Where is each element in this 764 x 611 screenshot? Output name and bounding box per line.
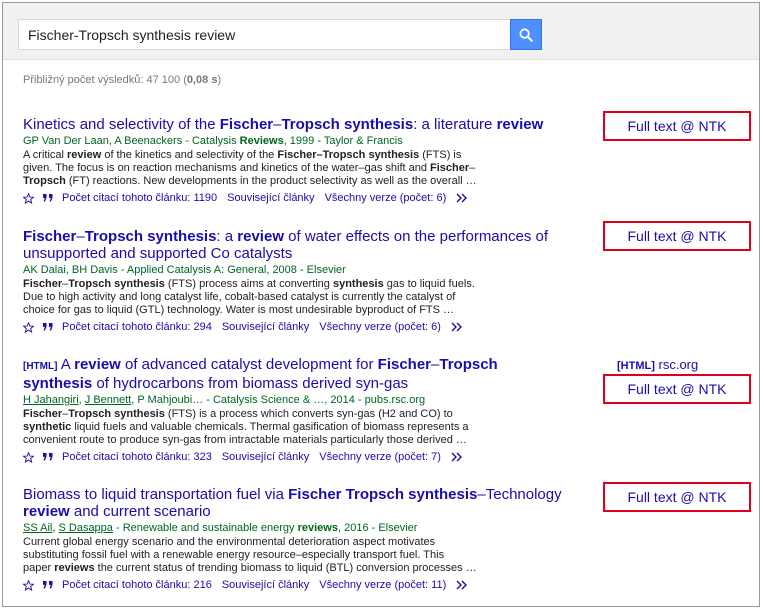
result-item: Kinetics and selectivity of the Fischer–… xyxy=(23,116,583,205)
related-articles-link[interactable]: Související články xyxy=(222,578,309,592)
result-snippet: A critical review of the kinetics and se… xyxy=(23,149,477,187)
cited-by-link[interactable]: Počet citací tohoto článku: 323 xyxy=(62,450,212,464)
cited-by-link[interactable]: Počet citací tohoto článku: 1190 xyxy=(62,191,217,205)
search-input[interactable] xyxy=(19,20,510,49)
more-icon[interactable] xyxy=(456,580,468,590)
scholar-results-panel: Přibližný počet výsledků: 47 100 (0,08 s… xyxy=(2,2,760,607)
more-icon[interactable] xyxy=(451,452,463,462)
result-title-link[interactable]: Biomass to liquid transportation fuel vi… xyxy=(23,486,583,520)
result-actions: Počet citací tohoto článku: 294 Souvisej… xyxy=(23,320,583,334)
more-icon[interactable] xyxy=(451,322,463,332)
cite-icon[interactable] xyxy=(42,193,54,203)
result-item: Fischer–Tropsch synthesis: a review of w… xyxy=(23,228,583,334)
author-link[interactable]: H Jahangiri xyxy=(23,394,79,406)
all-versions-link[interactable]: Všechny verze (počet: 7) xyxy=(319,450,441,464)
result-authors: GP Van Der Laan, A Beenackers - Catalysi… xyxy=(23,135,403,147)
result-snippet: Current global energy scenario and the e… xyxy=(23,536,477,574)
result-authors: SS Ail, S Dasappa - Renewable and sustai… xyxy=(23,522,418,534)
result-authors: H Jahangiri, J Bennett, P Mahjoubi… - Ca… xyxy=(23,394,426,406)
all-versions-link[interactable]: Všechny verze (počet: 6) xyxy=(325,191,447,205)
ntk-fulltext-link[interactable]: Full text @ NTK xyxy=(603,374,751,404)
cited-by-link[interactable]: Počet citací tohoto článku: 294 xyxy=(62,320,212,334)
related-articles-link[interactable]: Související články xyxy=(222,450,309,464)
more-icon[interactable] xyxy=(456,193,468,203)
author-link[interactable]: SS Ail xyxy=(23,522,52,534)
html-format-tag: [HTML] xyxy=(23,361,58,372)
cite-icon[interactable] xyxy=(42,452,54,462)
star-icon[interactable] xyxy=(23,192,34,204)
html-source-link[interactable]: [HTML] rsc.org xyxy=(617,357,698,372)
result-title-link[interactable]: Kinetics and selectivity of the Fischer–… xyxy=(23,116,583,133)
result-item: Biomass to liquid transportation fuel vi… xyxy=(23,486,583,592)
result-actions: Počet citací tohoto článku: 323 Souvisej… xyxy=(23,450,583,464)
star-icon[interactable] xyxy=(23,321,34,333)
ntk-fulltext-link[interactable]: Full text @ NTK xyxy=(603,221,751,251)
cite-icon[interactable] xyxy=(42,322,54,332)
search-header xyxy=(3,3,759,60)
author-link[interactable]: S Dasappa xyxy=(58,522,112,534)
search-icon xyxy=(519,28,533,42)
star-icon[interactable] xyxy=(23,579,34,591)
cited-by-link[interactable]: Počet citací tohoto článku: 216 xyxy=(62,578,212,592)
search-button[interactable] xyxy=(510,19,542,50)
result-snippet: Fischer–Tropsch synthesis (FTS) is a pro… xyxy=(23,408,469,446)
result-title-link[interactable]: Fischer–Tropsch synthesis: a review of w… xyxy=(23,228,583,262)
all-versions-link[interactable]: Všechny verze (počet: 11) xyxy=(319,578,446,592)
result-actions: Počet citací tohoto článku: 1190 Souvise… xyxy=(23,191,583,205)
result-actions: Počet citací tohoto článku: 216 Souvisej… xyxy=(23,578,583,592)
author-link[interactable]: J Bennett xyxy=(85,394,131,406)
search-box[interactable] xyxy=(18,19,511,50)
result-item: [HTML] A review of advanced catalyst dev… xyxy=(23,356,583,464)
result-authors: AK Dalai, BH Davis - Applied Catalysis A… xyxy=(23,264,346,276)
ntk-fulltext-link[interactable]: Full text @ NTK xyxy=(603,111,751,141)
cite-icon[interactable] xyxy=(42,580,54,590)
related-articles-link[interactable]: Související články xyxy=(222,320,309,334)
result-snippet: Fischer–Tropsch synthesis (FTS) process … xyxy=(23,278,475,316)
star-icon[interactable] xyxy=(23,451,34,463)
ntk-fulltext-link[interactable]: Full text @ NTK xyxy=(603,482,751,512)
result-title-link[interactable]: [HTML] A review of advanced catalyst dev… xyxy=(23,356,583,392)
all-versions-link[interactable]: Všechny verze (počet: 6) xyxy=(319,320,441,334)
result-stats: Přibližný počet výsledků: 47 100 (0,08 s… xyxy=(23,74,222,86)
related-articles-link[interactable]: Související články xyxy=(227,191,314,205)
